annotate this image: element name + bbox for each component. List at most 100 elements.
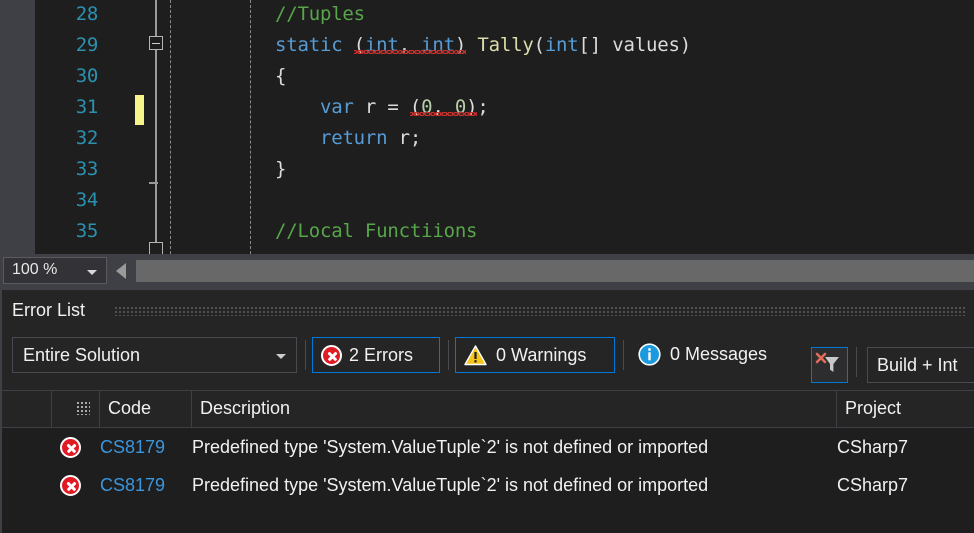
page-title: Error List bbox=[12, 300, 85, 321]
error-circle-icon bbox=[60, 475, 81, 496]
table-row[interactable]: CS8179Predefined type 'System.ValueTuple… bbox=[2, 466, 974, 504]
code-token-error: , bbox=[399, 34, 421, 56]
code-token-error: 0 bbox=[455, 96, 466, 118]
code-token: ( bbox=[534, 34, 545, 56]
zoom-level-combobox[interactable]: 100 % bbox=[3, 257, 107, 284]
code-token-error: , bbox=[432, 96, 454, 118]
zoom-level-value: 100 % bbox=[12, 261, 57, 279]
code-line[interactable]: 32 return r; bbox=[35, 123, 974, 154]
clear-filter-funnel-icon bbox=[815, 352, 842, 376]
code-token: var bbox=[320, 96, 354, 118]
chevron-down-icon[interactable] bbox=[87, 270, 97, 275]
error-project: CSharp7 bbox=[837, 466, 972, 504]
toolbar-separator bbox=[856, 347, 857, 377]
code-line-text: var r = (0, 0); bbox=[275, 92, 489, 123]
code-line[interactable]: 28 //Tuples bbox=[35, 0, 974, 30]
code-line-text: //Local Functiions bbox=[275, 216, 477, 247]
line-number: 34 bbox=[35, 185, 98, 216]
error-description: Predefined type 'System.ValueTuple`2' is… bbox=[192, 428, 832, 466]
code-token bbox=[275, 96, 320, 118]
chevron-down-icon[interactable] bbox=[276, 354, 286, 359]
code-line-text: } bbox=[275, 154, 286, 185]
errors-filter-label: 2 Errors bbox=[349, 345, 413, 366]
error-circle-icon bbox=[321, 345, 342, 366]
column-header-description[interactable]: Description bbox=[192, 391, 837, 427]
code-token-error: ( bbox=[410, 96, 421, 118]
column-header-project-label: Project bbox=[845, 398, 901, 419]
code-token: //Tuples bbox=[275, 3, 365, 25]
code-token-error: ( bbox=[354, 34, 365, 56]
code-token: static bbox=[275, 34, 354, 56]
code-token bbox=[466, 34, 477, 56]
code-line[interactable]: 35 //Local Functiions bbox=[35, 216, 974, 247]
clear-filter-button[interactable] bbox=[811, 347, 848, 383]
error-grid-body[interactable]: CS8179Predefined type 'System.ValueTuple… bbox=[2, 428, 974, 533]
error-list-panel: Error List Entire Solution 2 Errors 0 Wa… bbox=[0, 290, 974, 533]
line-number: 30 bbox=[35, 61, 98, 92]
column-header-code-label: Code bbox=[108, 398, 151, 419]
code-line[interactable]: 31 var r = (0, 0); bbox=[35, 92, 974, 123]
toolbar-separator bbox=[305, 340, 306, 370]
title-bar-grip[interactable] bbox=[114, 306, 966, 316]
code-line[interactable]: 29static (int, int) Tally(int[] values) bbox=[35, 30, 974, 61]
code-token: values bbox=[612, 34, 679, 56]
column-header-code[interactable]: Code bbox=[100, 391, 192, 427]
code-token: int bbox=[545, 34, 579, 56]
code-token: Tally bbox=[477, 34, 533, 56]
code-token: r; bbox=[387, 127, 421, 149]
code-line[interactable]: 36 bbox=[35, 247, 974, 254]
error-grid-header: Code Description Project bbox=[2, 390, 974, 428]
column-header-blank[interactable] bbox=[2, 391, 52, 427]
error-code-link[interactable]: CS8179 bbox=[100, 428, 190, 466]
code-token-error: int bbox=[365, 34, 399, 56]
line-number: 32 bbox=[35, 123, 98, 154]
warnings-filter-label: 0 Warnings bbox=[496, 345, 586, 366]
scope-filter-combobox[interactable]: Entire Solution bbox=[12, 337, 297, 373]
code-token: } bbox=[275, 158, 286, 180]
line-number: 29 bbox=[35, 30, 98, 61]
code-token-error: 0 bbox=[421, 96, 432, 118]
code-token: //Local Functiions bbox=[275, 220, 477, 242]
column-header-suppression[interactable] bbox=[52, 391, 100, 427]
column-header-description-label: Description bbox=[200, 398, 290, 419]
code-line-text: //Tuples bbox=[275, 0, 365, 30]
code-token-error: ) bbox=[466, 96, 477, 118]
scope-filter-value: Entire Solution bbox=[23, 345, 140, 366]
suppression-state-icon bbox=[76, 401, 90, 415]
code-line[interactable]: 30 { bbox=[35, 61, 974, 92]
code-token: return bbox=[320, 127, 387, 149]
code-token: { bbox=[275, 65, 286, 87]
code-token-error: int bbox=[421, 34, 455, 56]
error-list-title-bar[interactable]: Error List bbox=[2, 290, 974, 332]
line-number: 36 bbox=[35, 247, 98, 254]
code-surface[interactable]: 28//Tuples29static (int, int) Tally(int[… bbox=[35, 0, 974, 254]
horizontal-scrollbar-thumb[interactable] bbox=[136, 260, 974, 282]
warning-triangle-icon bbox=[464, 345, 487, 366]
info-circle-icon bbox=[638, 343, 661, 366]
code-token bbox=[275, 127, 320, 149]
toolbar-separator bbox=[623, 340, 624, 370]
code-token: r = bbox=[354, 96, 410, 118]
editor-left-margin bbox=[0, 0, 35, 254]
error-description: Predefined type 'System.ValueTuple`2' is… bbox=[192, 466, 832, 504]
warnings-filter-button[interactable]: 0 Warnings bbox=[455, 337, 615, 373]
code-line-text: return r; bbox=[275, 123, 421, 154]
toolbar-separator bbox=[448, 340, 449, 370]
line-number: 35 bbox=[35, 216, 98, 247]
error-circle-icon bbox=[60, 437, 81, 458]
code-token: [] bbox=[579, 34, 613, 56]
code-editor[interactable]: 28//Tuples29static (int, int) Tally(int[… bbox=[0, 0, 974, 254]
line-number: 28 bbox=[35, 0, 98, 30]
messages-filter-label: 0 Messages bbox=[670, 344, 767, 365]
messages-filter-button[interactable]: 0 Messages bbox=[630, 337, 798, 373]
error-code-link[interactable]: CS8179 bbox=[100, 466, 190, 504]
code-token: ; bbox=[477, 96, 488, 118]
table-row[interactable]: CS8179Predefined type 'System.ValueTuple… bbox=[2, 428, 974, 466]
code-line[interactable]: 33} bbox=[35, 154, 974, 185]
column-header-project[interactable]: Project bbox=[837, 391, 974, 427]
horizontal-scrollbar-track[interactable] bbox=[136, 260, 974, 282]
build-filter-combobox[interactable]: Build + Int bbox=[867, 347, 974, 383]
scroll-left-arrow-icon[interactable] bbox=[116, 263, 126, 279]
code-line[interactable]: 34 bbox=[35, 185, 974, 216]
errors-filter-button[interactable]: 2 Errors bbox=[312, 337, 440, 373]
